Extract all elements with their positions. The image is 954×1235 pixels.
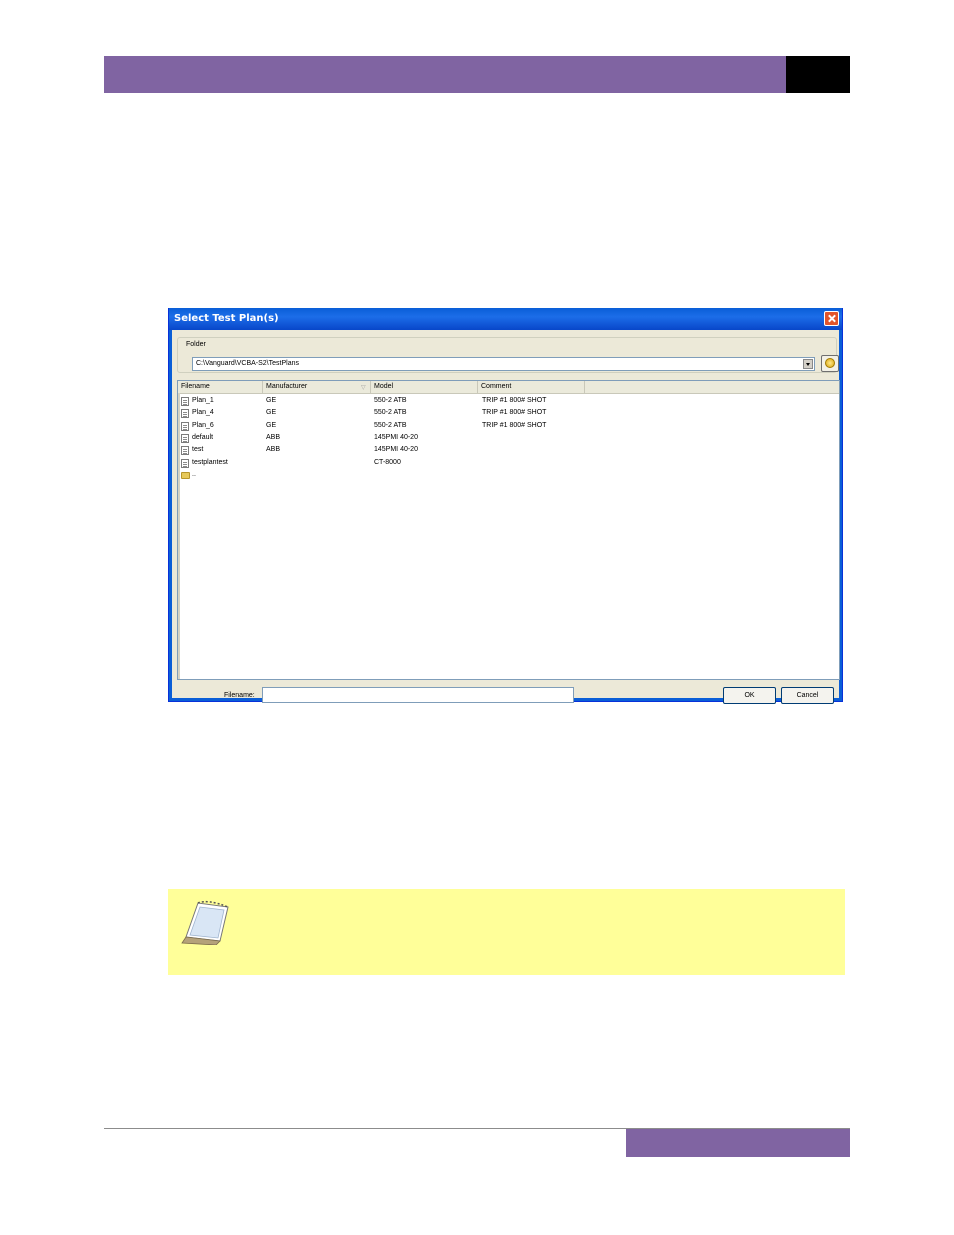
dialog-client-area: Folder C:\Vanguard\VCBA-S2\TestPlans Fil… <box>172 330 840 704</box>
page-header-box <box>786 56 850 93</box>
table-row[interactable]: default ABB 145PMI 40-20 <box>178 432 839 444</box>
ok-button[interactable]: OK <box>723 687 776 704</box>
note-box <box>168 889 845 975</box>
cell-model: 145PMI 40-20 <box>374 446 418 454</box>
file-icon <box>181 458 189 468</box>
footer-bar <box>626 1129 850 1157</box>
cell-filename: Plan_6 <box>192 421 214 429</box>
file-icon <box>181 433 189 443</box>
table-row[interactable]: testplantest CT-8000 <box>178 457 839 469</box>
column-header-manufacturer[interactable]: Manufacturer <box>263 381 371 393</box>
filename-label: Filename: <box>224 692 255 699</box>
column-header-filename[interactable]: Filename <box>178 381 263 393</box>
notepad-icon <box>181 900 229 945</box>
page-header-bar <box>104 56 786 93</box>
cell-comment: TRIP #1 800# SHOT <box>482 397 547 404</box>
dialog-title: Select Test Plan(s) <box>174 313 279 324</box>
cell-filename: Plan_4 <box>192 409 214 417</box>
table-row[interactable]: test ABB 145PMI 40-20 <box>178 444 839 456</box>
file-icon <box>181 446 189 456</box>
browse-folder-button[interactable] <box>821 355 839 372</box>
browse-icon <box>825 358 835 368</box>
cell-model: CT-8000 <box>374 458 401 466</box>
cell-filename: .. <box>192 470 196 478</box>
cell-manufacturer: ABB <box>266 433 281 441</box>
table-row[interactable]: Plan_1 GE 550-2 ATB TRIP #1 800# SHOT <box>178 395 839 407</box>
file-list[interactable]: Filename Manufacturer ▽ Model Comment Pl… <box>177 380 840 680</box>
cell-model: 550-2 ATB <box>374 409 407 417</box>
cancel-button[interactable]: Cancel <box>781 687 834 704</box>
column-header-row: Filename Manufacturer ▽ Model Comment <box>178 381 839 394</box>
folder-label: Folder <box>184 341 208 348</box>
select-test-plan-dialog: Select Test Plan(s) Folder C:\Vanguard\V… <box>168 308 843 704</box>
chevron-down-icon[interactable] <box>803 359 813 369</box>
file-icon <box>181 397 189 406</box>
cell-filename: testplantest <box>192 458 228 466</box>
table-row[interactable]: .. <box>178 469 839 481</box>
folder-up-icon <box>181 471 190 479</box>
folder-group: Folder C:\Vanguard\VCBA-S2\TestPlans <box>177 337 839 373</box>
cell-comment: TRIP #1 800# SHOT <box>482 409 547 417</box>
cell-comment: TRIP #1 800# SHOT <box>482 421 547 429</box>
filename-input[interactable] <box>262 687 574 703</box>
cell-manufacturer: ABB <box>266 446 281 454</box>
file-icon <box>181 421 189 431</box>
file-icon <box>181 409 189 419</box>
sort-indicator-icon: ▽ <box>361 385 366 391</box>
folder-select[interactable]: C:\Vanguard\VCBA-S2\TestPlans <box>192 357 815 371</box>
close-button[interactable] <box>824 311 839 326</box>
cell-filename: test <box>192 446 204 454</box>
cell-manufacturer: GE <box>266 409 277 417</box>
table-row[interactable]: Plan_4 GE 550-2 ATB TRIP #1 800# SHOT <box>178 407 839 419</box>
dialog-titlebar: Select Test Plan(s) <box>169 308 842 330</box>
cell-filename: default <box>192 433 214 441</box>
cell-filename: Plan_1 <box>192 397 214 404</box>
cell-manufacturer: GE <box>266 421 277 429</box>
cell-model: 550-2 ATB <box>374 397 407 404</box>
cell-model: 550-2 ATB <box>374 421 407 429</box>
cell-manufacturer: GE <box>266 397 277 404</box>
cell-model: 145PMI 40-20 <box>374 433 418 441</box>
column-header-comment[interactable]: Comment <box>478 381 585 393</box>
column-header-model[interactable]: Model <box>371 381 478 393</box>
table-row[interactable]: Plan_6 GE 550-2 ATB TRIP #1 800# SHOT <box>178 420 839 432</box>
folder-path-value: C:\Vanguard\VCBA-S2\TestPlans <box>196 360 299 367</box>
